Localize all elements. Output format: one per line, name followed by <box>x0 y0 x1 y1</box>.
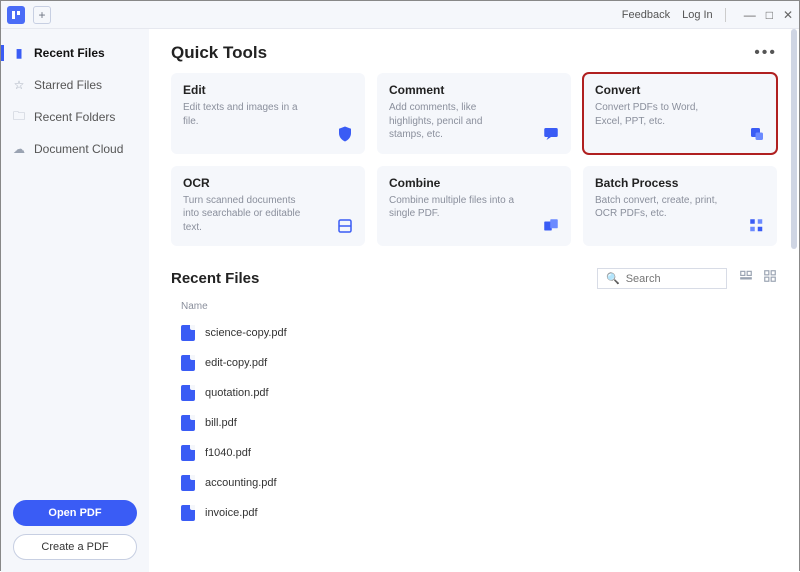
tool-title: Combine <box>389 176 559 190</box>
tool-card-ocr[interactable]: OCR Turn scanned documents into searchab… <box>171 166 365 247</box>
sidebar-item-document-cloud[interactable]: ☁ Document Cloud <box>1 135 149 163</box>
file-name: accounting.pdf <box>205 477 277 489</box>
quick-tools-grid: Edit Edit texts and images in a file. Co… <box>171 73 777 246</box>
tool-card-convert[interactable]: Convert Convert PDFs to Word, Excel, PPT… <box>583 73 777 154</box>
recent-files-header: Recent Files 🔍 <box>171 268 777 289</box>
sidebar-item-label: Recent Folders <box>34 110 115 124</box>
file-name: quotation.pdf <box>205 387 269 399</box>
titlebar-left: + <box>7 6 51 24</box>
tool-desc: Convert PDFs to Word, Excel, PPT, etc. <box>595 101 725 128</box>
tool-card-combine[interactable]: Combine Combine multiple files into a si… <box>377 166 571 247</box>
tool-desc: Edit texts and images in a file. <box>183 101 313 128</box>
file-name: f1040.pdf <box>205 447 251 459</box>
tool-title: Comment <box>389 83 559 97</box>
tool-desc: Combine multiple files into a single PDF… <box>389 194 519 221</box>
combine-icon <box>541 216 561 236</box>
star-icon: ☆ <box>12 78 26 92</box>
tool-title: Edit <box>183 83 353 97</box>
pdf-file-icon <box>181 325 195 341</box>
app-logo-icon <box>7 6 25 24</box>
sidebar-item-recent-files[interactable]: ▮ Recent Files <box>1 39 149 67</box>
comment-icon <box>541 124 561 144</box>
open-pdf-button[interactable]: Open PDF <box>13 500 137 526</box>
batch-icon <box>747 216 767 236</box>
file-icon: ▮ <box>12 46 26 60</box>
quick-tools-header: Quick Tools ••• <box>171 43 777 63</box>
tool-title: OCR <box>183 176 353 190</box>
tool-card-edit[interactable]: Edit Edit texts and images in a file. <box>171 73 365 154</box>
file-row[interactable]: accounting.pdf <box>171 468 777 498</box>
file-row[interactable]: quotation.pdf <box>171 378 777 408</box>
tool-card-batch-process[interactable]: Batch Process Batch convert, create, pri… <box>583 166 777 247</box>
file-row[interactable]: invoice.pdf <box>171 498 777 528</box>
feedback-link[interactable]: Feedback <box>622 9 670 21</box>
sidebar-item-starred-files[interactable]: ☆ Starred Files <box>1 71 149 99</box>
recent-files-title: Recent Files <box>171 270 259 287</box>
layout: ▮ Recent Files ☆ Starred Files 🗀 Recent … <box>1 29 799 572</box>
column-header-name: Name <box>171 297 777 318</box>
shield-icon <box>335 124 355 144</box>
titlebar-right: Feedback Log In — □ ✕ <box>622 8 793 22</box>
file-name: edit-copy.pdf <box>205 357 267 369</box>
tool-title: Batch Process <box>595 176 765 190</box>
pdf-file-icon <box>181 385 195 401</box>
sidebar-nav: ▮ Recent Files ☆ Starred Files 🗀 Recent … <box>1 39 149 163</box>
tool-desc: Batch convert, create, print, OCR PDFs, … <box>595 194 725 221</box>
scrollbar[interactable] <box>791 29 797 249</box>
sidebar-bottom: Open PDF Create a PDF <box>1 500 149 560</box>
window-controls: — □ ✕ <box>744 8 793 22</box>
tool-card-comment[interactable]: Comment Add comments, like highlights, p… <box>377 73 571 154</box>
pdf-file-icon <box>181 355 195 371</box>
sidebar-item-recent-folders[interactable]: 🗀 Recent Folders <box>1 103 149 131</box>
file-row[interactable]: bill.pdf <box>171 408 777 438</box>
new-tab-button[interactable]: + <box>33 6 51 24</box>
sidebar-item-label: Document Cloud <box>34 142 123 156</box>
grid-view-icon[interactable] <box>763 269 777 288</box>
pdf-file-icon <box>181 445 195 461</box>
quick-tools-title: Quick Tools <box>171 43 267 63</box>
more-button[interactable]: ••• <box>754 44 777 62</box>
main-content: Quick Tools ••• Edit Edit texts and imag… <box>149 29 799 572</box>
list-view-icon[interactable] <box>739 269 753 288</box>
sidebar-item-label: Starred Files <box>34 78 102 92</box>
active-indicator <box>1 45 4 61</box>
divider <box>725 8 726 22</box>
pdf-file-icon <box>181 505 195 521</box>
minimize-button[interactable]: — <box>744 8 756 22</box>
tool-title: Convert <box>595 83 765 97</box>
tool-desc: Add comments, like highlights, pencil an… <box>389 101 519 142</box>
search-input[interactable] <box>626 273 716 285</box>
file-name: bill.pdf <box>205 417 237 429</box>
file-row[interactable]: f1040.pdf <box>171 438 777 468</box>
create-pdf-button[interactable]: Create a PDF <box>13 534 137 560</box>
file-list: science-copy.pdf edit-copy.pdf quotation… <box>171 318 777 528</box>
close-button[interactable]: ✕ <box>783 8 793 22</box>
file-row[interactable]: edit-copy.pdf <box>171 348 777 378</box>
file-row[interactable]: science-copy.pdf <box>171 318 777 348</box>
file-name: invoice.pdf <box>205 507 258 519</box>
folder-icon: 🗀 <box>12 110 26 124</box>
ocr-icon <box>335 216 355 236</box>
maximize-button[interactable]: □ <box>766 8 773 22</box>
tool-desc: Turn scanned documents into searchable o… <box>183 194 313 235</box>
sidebar: ▮ Recent Files ☆ Starred Files 🗀 Recent … <box>1 29 149 572</box>
login-link[interactable]: Log In <box>682 9 713 21</box>
search-box[interactable]: 🔍 <box>597 268 727 289</box>
cloud-icon: ☁ <box>12 142 26 156</box>
search-icon: 🔍 <box>606 272 620 285</box>
titlebar: + Feedback Log In — □ ✕ <box>1 1 799 29</box>
convert-icon <box>747 124 767 144</box>
recent-files-controls: 🔍 <box>597 268 777 289</box>
pdf-file-icon <box>181 415 195 431</box>
sidebar-item-label: Recent Files <box>34 46 105 60</box>
file-name: science-copy.pdf <box>205 327 287 339</box>
view-toggle <box>739 269 777 288</box>
pdf-file-icon <box>181 475 195 491</box>
